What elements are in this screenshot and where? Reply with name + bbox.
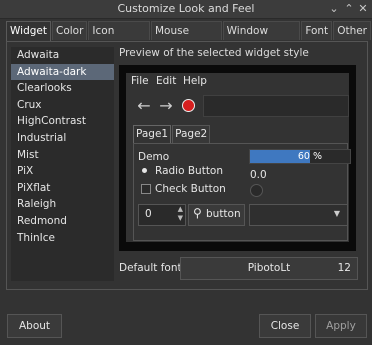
close-icon[interactable]: ✕: [357, 3, 369, 15]
check-button-label: Check Button: [155, 183, 226, 195]
list-item[interactable]: Mist: [11, 147, 114, 164]
tab-page1[interactable]: Page1: [133, 125, 172, 143]
tab-widget[interactable]: Widget: [6, 21, 51, 42]
tab-window-border[interactable]: Window Border: [222, 21, 301, 55]
list-item[interactable]: PiXflat: [11, 180, 114, 197]
menu-help[interactable]: Help: [183, 75, 207, 87]
list-item-selected[interactable]: Adwaita-dark: [11, 63, 114, 81]
radio-button[interactable]: Radio Button: [138, 165, 223, 177]
preview-toolbar: ← →: [126, 94, 349, 118]
font-name: PibotoLt: [247, 262, 291, 274]
spin-value: 0: [145, 208, 152, 220]
spin-button[interactable]: 0 ▲ ▼: [138, 204, 186, 226]
tab-page2[interactable]: Page2: [172, 125, 211, 143]
search-button-label: button: [206, 208, 241, 220]
apply-button[interactable]: Apply: [315, 314, 367, 338]
preview-window: File Edit Help ← → Page1 Page2 Demo 60 %: [126, 73, 351, 242]
radio-button-label: Radio Button: [155, 165, 224, 177]
preview-menubar: File Edit Help: [126, 73, 349, 90]
check-button[interactable]: Check Button: [138, 183, 226, 195]
value-text: 0.0: [250, 169, 267, 181]
font-size: 12: [337, 262, 351, 274]
menu-file[interactable]: File: [131, 75, 149, 87]
tab-other[interactable]: Other: [333, 21, 372, 40]
list-item[interactable]: Crux: [11, 97, 114, 114]
default-font-label: Default font:: [119, 262, 186, 274]
settings-tabs: Widget Color Icon Theme Mouse Cursor Win…: [6, 21, 372, 55]
list-item[interactable]: Industrial: [11, 130, 114, 147]
preview-page-panel: Demo 60 % Radio Button 0.0 Check Button …: [133, 143, 351, 241]
preview-tabs: Page1 Page2: [133, 125, 211, 143]
list-item[interactable]: PiX: [11, 163, 114, 180]
about-button[interactable]: About: [7, 314, 62, 338]
widget-preview: File Edit Help ← → Page1 Page2 Demo 60 %: [119, 65, 356, 251]
list-item[interactable]: ThinIce: [11, 230, 114, 247]
preview-label: Preview of the selected widget style: [119, 47, 309, 59]
demo-label: Demo: [138, 151, 170, 163]
progress-bar: 60 %: [249, 149, 351, 164]
list-item[interactable]: Raleigh: [11, 196, 114, 213]
list-item[interactable]: Adwaita: [11, 47, 114, 64]
record-icon[interactable]: [182, 99, 195, 112]
theme-list[interactable]: Adwaita Adwaita-dark Clearlooks Crux Hig…: [11, 47, 114, 281]
search-button[interactable]: ⚲ button: [188, 204, 245, 226]
combo-box[interactable]: ▼: [249, 204, 348, 226]
tab-mouse-cursor[interactable]: Mouse Cursor: [151, 21, 222, 55]
progress-text: 60 %: [297, 151, 322, 162]
tab-icon-theme[interactable]: Icon Theme: [88, 21, 150, 55]
customize-look-and-feel-window: Customize Look and Feel ⌄ ⌃ ✕ Widget Col…: [0, 0, 372, 345]
minimize-icon[interactable]: ⌄: [328, 3, 340, 15]
tab-color[interactable]: Color: [51, 21, 88, 40]
toolbar-entry[interactable]: [203, 95, 349, 117]
search-icon: ⚲: [193, 206, 202, 220]
close-button[interactable]: Close: [259, 314, 311, 338]
font-picker-button[interactable]: PibotoLt 12: [180, 257, 358, 280]
list-item[interactable]: Redmond: [11, 213, 114, 230]
spin-arrows-icon[interactable]: ▲ ▼: [178, 205, 183, 223]
back-arrow-icon[interactable]: ←: [135, 97, 153, 115]
list-item[interactable]: Clearlooks: [11, 80, 114, 97]
title-bar[interactable]: Customize Look and Feel ⌄ ⌃ ✕: [0, 0, 372, 19]
maximize-icon[interactable]: ⌃: [343, 3, 355, 15]
tab-font[interactable]: Font: [301, 21, 333, 40]
list-item[interactable]: HighContrast: [11, 113, 114, 130]
checkbox-icon: [141, 183, 151, 194]
forward-arrow-icon[interactable]: →: [157, 97, 175, 115]
menu-edit[interactable]: Edit: [156, 75, 176, 87]
window-title: Customize Look and Feel: [117, 2, 255, 15]
circle-indicator[interactable]: [250, 184, 263, 197]
chevron-down-icon: ▼: [333, 209, 340, 218]
radio-dot-icon: [142, 168, 147, 173]
